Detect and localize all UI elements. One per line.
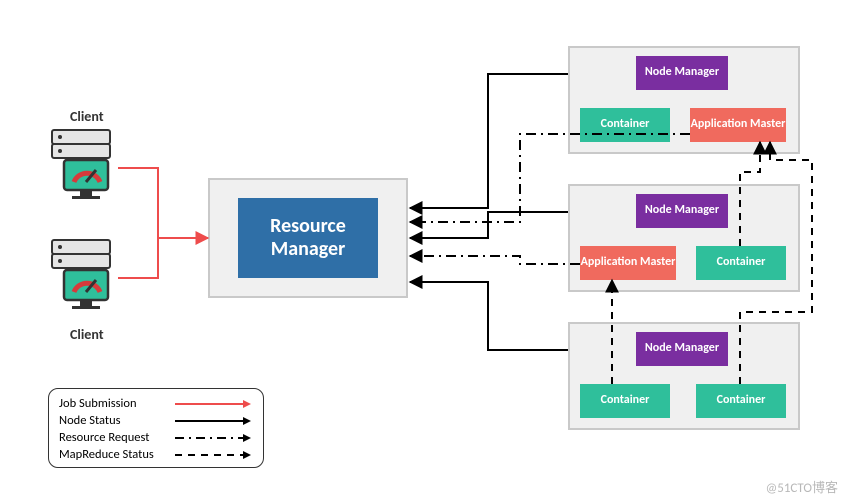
legend-row: Node Status	[59, 412, 253, 429]
resource-manager-panel: Resource Manager	[208, 178, 408, 298]
legend-label-0: Job Submission	[59, 396, 173, 411]
node-manager-1: Node Manager	[636, 56, 728, 90]
watermark: @51CTO博客	[766, 477, 838, 496]
node3-left-box: Container	[580, 384, 670, 418]
node1-left-label: Container	[601, 118, 650, 132]
legend-row: Resource Request	[59, 429, 253, 446]
node3-right-box: Container	[696, 384, 786, 418]
node3-right-label: Container	[717, 394, 766, 408]
node2-right-box: Container	[696, 246, 786, 280]
node-manager-3: Node Manager	[636, 332, 728, 366]
node2-right-label: Container	[717, 256, 766, 270]
legend-label-3: MapReduce Status	[59, 447, 173, 462]
node2-left-box: Application Master	[580, 246, 676, 280]
legend-row: Job Submission	[59, 395, 253, 412]
resource-manager-label: Resource Manager	[238, 215, 378, 261]
node2-left-label: Application Master	[581, 256, 676, 270]
node3-left-label: Container	[601, 394, 650, 408]
legend: Job Submission Node Status Resource Requ…	[48, 388, 264, 468]
legend-sample-3	[173, 449, 253, 461]
client-top-label: Client	[70, 108, 104, 125]
node-manager-2: Node Manager	[636, 194, 728, 228]
node1-right-box: Application Master	[690, 108, 786, 142]
legend-label-1: Node Status	[59, 413, 173, 428]
resource-manager: Resource Manager	[238, 198, 378, 278]
legend-sample-2	[173, 432, 253, 444]
node-manager-1-label: Node Manager	[645, 66, 719, 80]
node-manager-2-label: Node Manager	[645, 204, 719, 218]
legend-sample-0	[173, 398, 253, 410]
legend-row: MapReduce Status	[59, 446, 253, 463]
node1-right-label: Application Master	[691, 118, 786, 132]
legend-sample-1	[173, 415, 253, 427]
node1-left-box: Container	[580, 108, 670, 142]
client-bottom-label: Client	[70, 326, 104, 343]
legend-label-2: Resource Request	[59, 430, 173, 445]
node-manager-3-label: Node Manager	[645, 342, 719, 356]
